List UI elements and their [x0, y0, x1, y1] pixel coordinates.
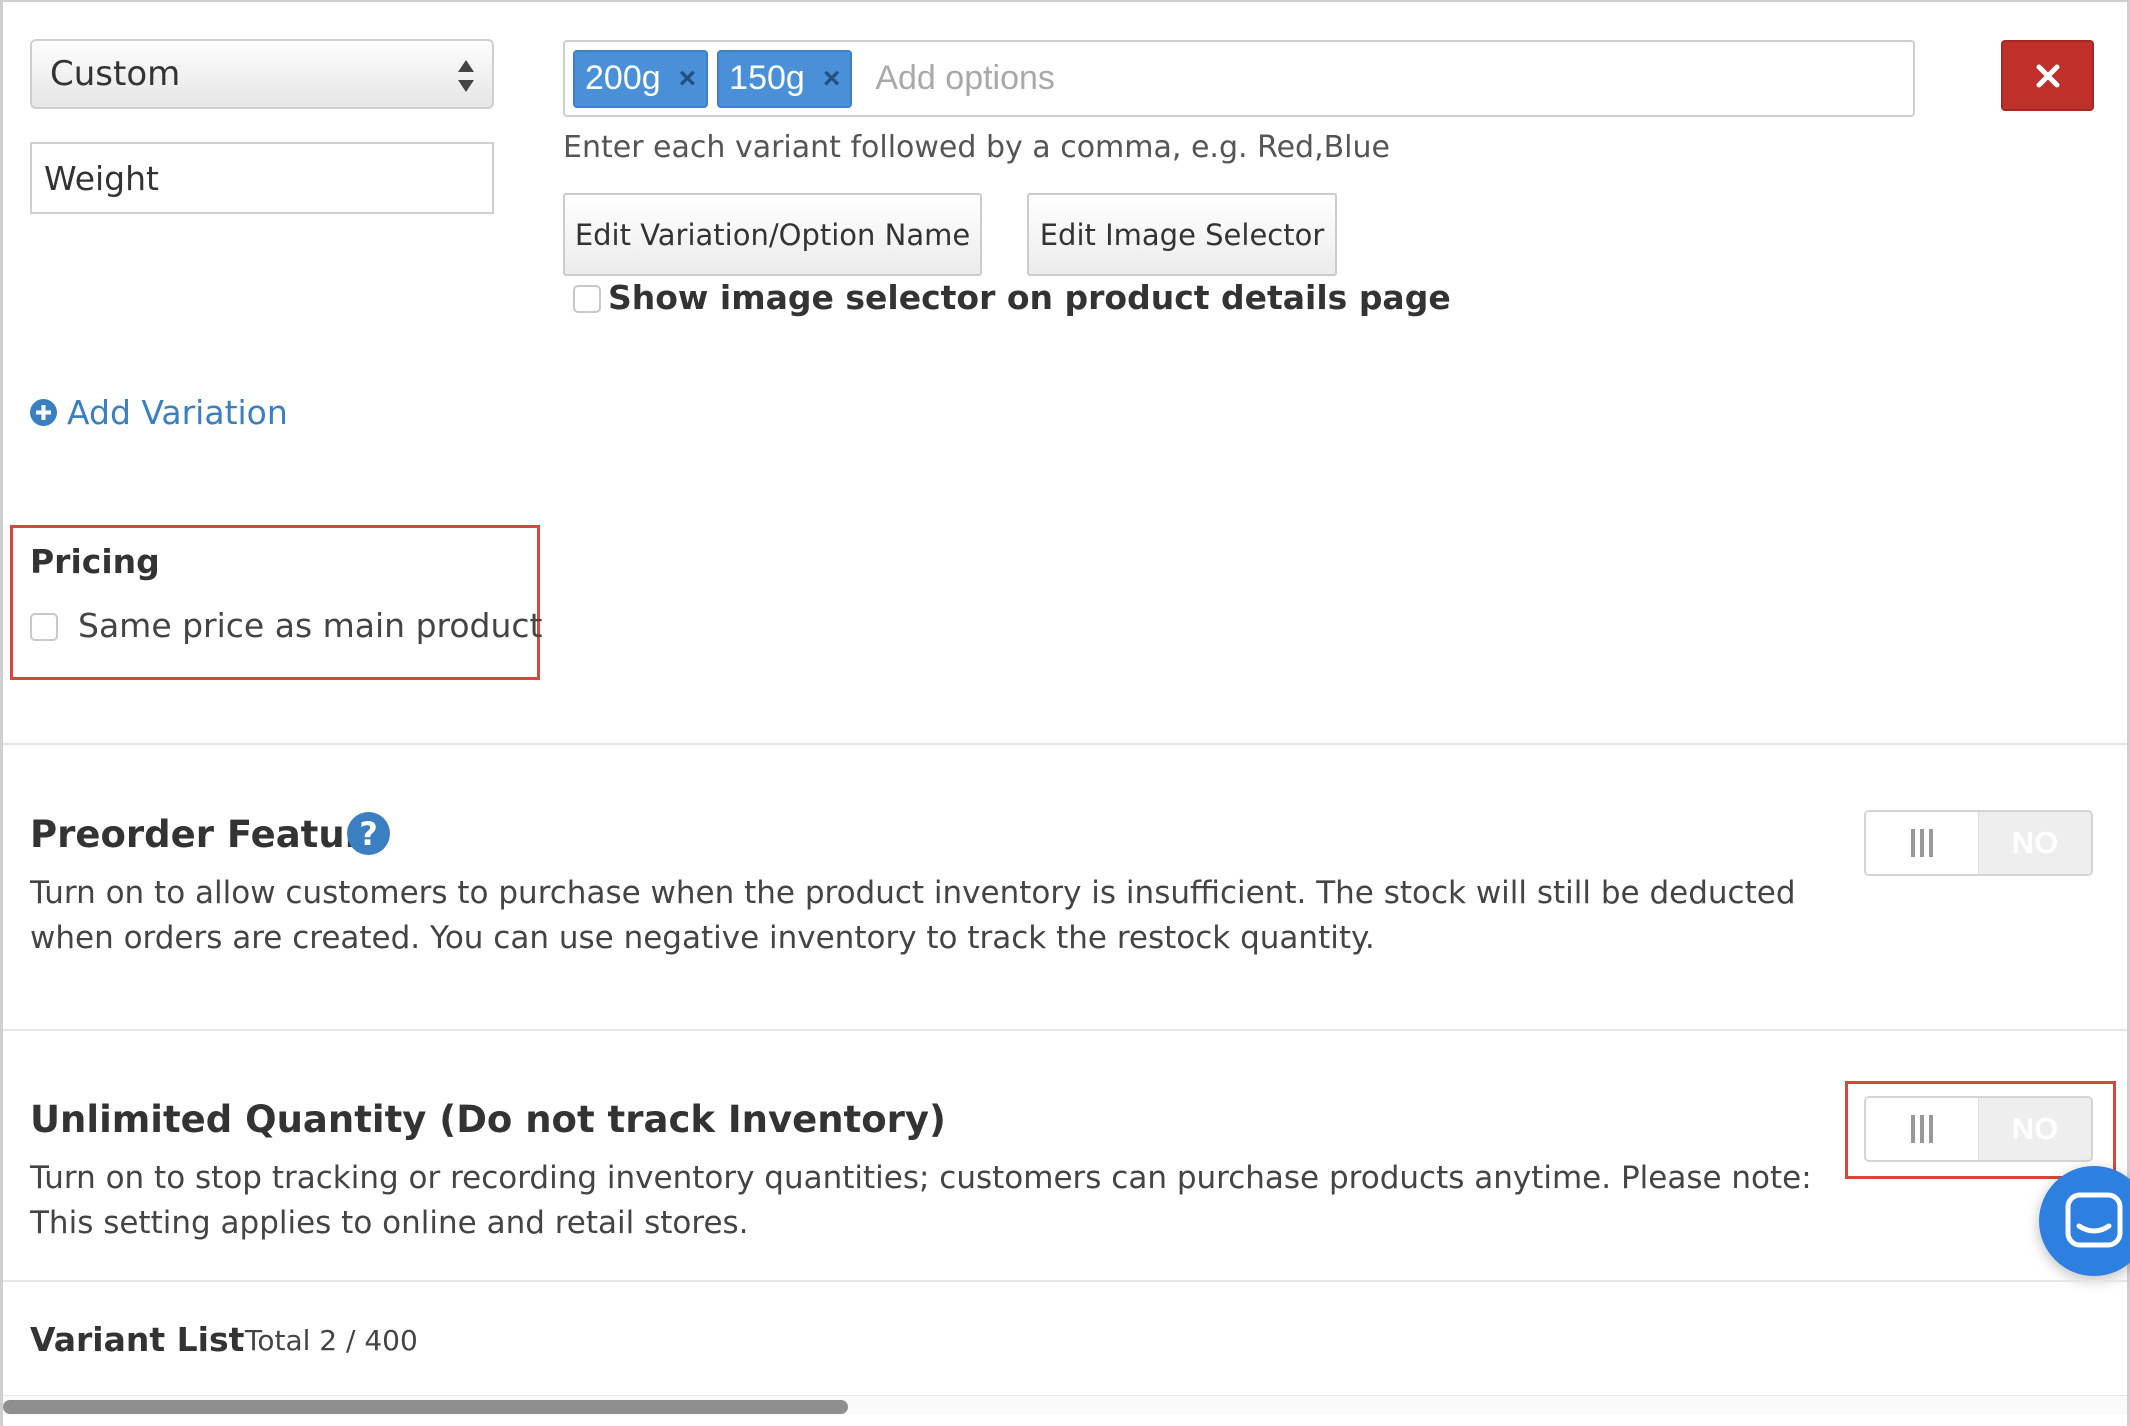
- section-divider: [3, 1029, 2127, 1031]
- option-tag[interactable]: 200g ×: [573, 49, 709, 108]
- variation-name-field[interactable]: [30, 142, 494, 214]
- remove-tag-icon[interactable]: ×: [823, 62, 841, 96]
- chat-bubble-icon: [2065, 1192, 2123, 1248]
- preorder-description: Turn on to allow customers to purchase w…: [30, 875, 1796, 956]
- chat-launcher-button[interactable]: [2039, 1166, 2130, 1276]
- grip-bars-icon: [1866, 1098, 1979, 1160]
- question-circle-icon[interactable]: ?: [347, 812, 390, 855]
- variant-list-total: Total 2 / 400: [245, 1324, 418, 1357]
- variation-settings-page: Custom 200g × 150g × Enter each variant …: [0, 0, 2130, 1426]
- same-price-label[interactable]: Same price as main product: [78, 606, 543, 645]
- show-image-selector-checkbox[interactable]: [573, 285, 601, 313]
- option-tag-label: 200g: [585, 59, 661, 97]
- show-image-selector-label[interactable]: Show image selector on product details p…: [608, 278, 1451, 317]
- pricing-title: Pricing: [30, 542, 160, 581]
- unlimited-quantity-toggle[interactable]: NO: [1864, 1096, 2093, 1162]
- option-tag[interactable]: 150g ×: [717, 49, 853, 108]
- unlimited-quantity-title: Unlimited Quantity (Do not track Invento…: [30, 1098, 946, 1141]
- same-price-checkbox[interactable]: [30, 613, 58, 641]
- variation-type-value: Custom: [50, 54, 181, 94]
- preorder-toggle-state: NO: [1979, 812, 2091, 874]
- preorder-toggle[interactable]: NO: [1864, 810, 2093, 876]
- frame-top-border: [0, 0, 2130, 2]
- edit-variation-name-button[interactable]: Edit Variation/Option Name: [563, 193, 982, 276]
- add-variation-link[interactable]: Add Variation: [30, 393, 288, 432]
- options-help-text: Enter each variant followed by a comma, …: [563, 130, 1390, 165]
- add-variation-label: Add Variation: [67, 393, 288, 432]
- grip-bars-icon: [1866, 812, 1979, 874]
- unlimited-toggle-state: NO: [1979, 1098, 2091, 1160]
- delete-variation-button[interactable]: [2001, 40, 2094, 111]
- horizontal-scrollbar-thumb[interactable]: [3, 1400, 848, 1414]
- option-tag-label: 150g: [729, 59, 805, 97]
- sort-arrows-icon: [458, 60, 474, 92]
- remove-tag-icon[interactable]: ×: [679, 62, 697, 96]
- unlimited-quantity-description: Turn on to stop tracking or recording in…: [30, 1160, 1812, 1241]
- section-divider: [3, 743, 2127, 745]
- close-icon: [2036, 64, 2059, 87]
- frame-left-border: [0, 0, 3, 1426]
- variation-type-select[interactable]: Custom: [30, 39, 494, 109]
- variant-list-title: Variant List: [30, 1320, 245, 1359]
- plus-circle-icon: [30, 399, 57, 426]
- variation-name-input[interactable]: [44, 158, 492, 198]
- edit-image-selector-button[interactable]: Edit Image Selector: [1027, 193, 1337, 276]
- add-options-input[interactable]: [875, 59, 1376, 98]
- section-divider: [3, 1280, 2127, 1282]
- variation-options-input[interactable]: 200g × 150g ×: [563, 40, 1915, 117]
- preorder-title: Preorder Feature: [30, 813, 389, 856]
